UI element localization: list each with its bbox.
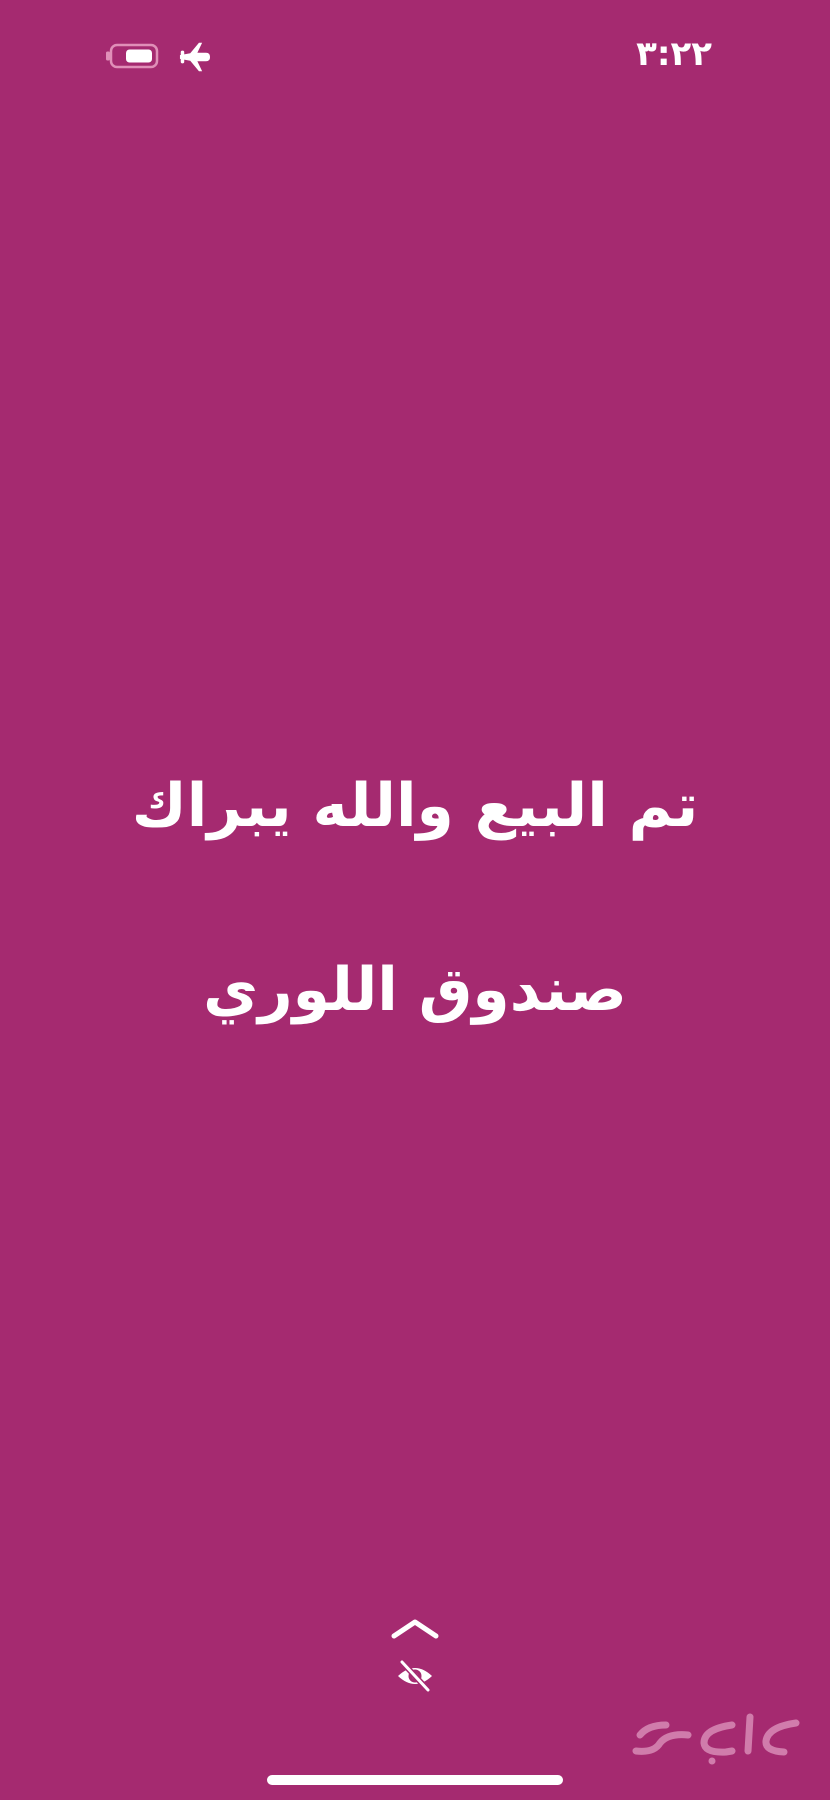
eye-slash-icon[interactable] bbox=[393, 1654, 437, 1698]
airplane-icon bbox=[179, 42, 211, 72]
home-indicator[interactable] bbox=[267, 1775, 563, 1785]
battery-icon bbox=[106, 43, 159, 69]
haraj-watermark-logo bbox=[632, 1713, 800, 1765]
story-text-line-1: تم البيع والله يبراك bbox=[131, 771, 699, 841]
chevron-up-icon[interactable] bbox=[388, 1612, 442, 1642]
status-bar: ٣:٢٢ bbox=[0, 0, 830, 110]
status-time: ٣:٢٢ bbox=[636, 34, 712, 74]
story-text-line-2: صندوق اللوري bbox=[203, 955, 627, 1025]
